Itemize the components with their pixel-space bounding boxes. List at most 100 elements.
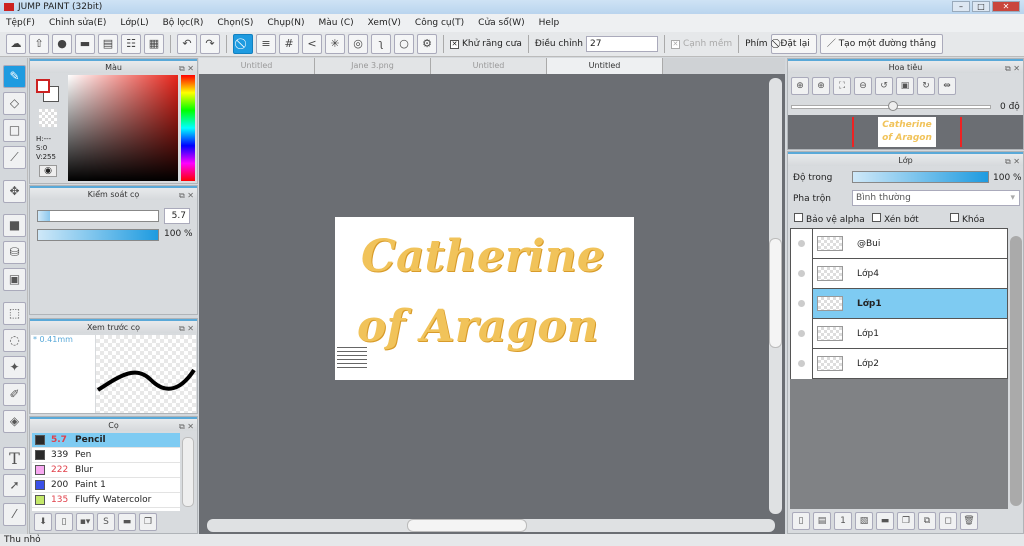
- fit-icon[interactable]: ⛶: [833, 77, 851, 95]
- canvas-area[interactable]: Untitled Jane 3.png Untitled Untitled Ca…: [199, 58, 785, 534]
- document-icon[interactable]: ▤: [98, 34, 118, 54]
- flip-icon[interactable]: ⇹: [938, 77, 956, 95]
- main-color-swatch[interactable]: [36, 79, 50, 93]
- menu-window[interactable]: Cửa sổ(W): [478, 18, 524, 28]
- symmetry-ruler-icon[interactable]: ⚙: [417, 34, 437, 54]
- undo-icon[interactable]: ↶: [177, 34, 197, 54]
- settings-list-icon[interactable]: ☷: [121, 34, 141, 54]
- layer-list-scrollbar[interactable]: [1010, 236, 1022, 506]
- select-pen-tool-icon[interactable]: ✐: [3, 383, 26, 406]
- rotation-slider[interactable]: [791, 101, 991, 111]
- minimize-button[interactable]: –: [952, 1, 970, 12]
- bucket-tool-icon[interactable]: ⛁: [3, 241, 26, 264]
- new-folder-icon[interactable]: ▬: [876, 512, 894, 530]
- brush-item[interactable]: 222 Blur: [32, 463, 180, 478]
- layer-visibility-toggle[interactable]: [791, 288, 813, 319]
- menu-help[interactable]: Help: [539, 18, 560, 28]
- layer-row[interactable]: Lớp2: [791, 348, 1007, 379]
- curve-ruler-icon[interactable]: ʅ: [371, 34, 391, 54]
- brush-type-icon[interactable]: ▪▾: [76, 513, 94, 531]
- grid-ruler-icon[interactable]: #: [279, 34, 299, 54]
- brush-settings-icon[interactable]: S: [97, 513, 115, 531]
- new-halftone-layer-icon[interactable]: ▧: [855, 512, 873, 530]
- layer-opacity-slider[interactable]: [852, 171, 989, 183]
- layer-visibility-toggle[interactable]: [791, 318, 813, 349]
- menu-layer[interactable]: Lớp(L): [120, 18, 148, 28]
- brush-list-scrollbar[interactable]: [182, 437, 194, 507]
- duplicate-icon[interactable]: ❐: [139, 513, 157, 531]
- gradient-tool-icon[interactable]: ▣: [3, 268, 26, 291]
- eraser-tool-icon[interactable]: ◇: [3, 92, 26, 115]
- menu-select[interactable]: Chọn(S): [217, 18, 253, 28]
- parallel-ruler-icon[interactable]: ≡: [256, 34, 276, 54]
- share-icon[interactable]: ⇧: [29, 34, 49, 54]
- clipping-checkbox[interactable]: Xén bớt: [872, 213, 919, 225]
- horizontal-scrollbar[interactable]: [207, 519, 775, 532]
- rotate-left-icon[interactable]: ↺: [875, 77, 893, 95]
- tab-untitled-active[interactable]: Untitled: [547, 58, 663, 74]
- lock-checkbox[interactable]: Khóa: [950, 213, 985, 225]
- navigator-preview[interactable]: Catherine of Aragon: [788, 115, 1023, 149]
- message-icon[interactable]: ▬: [75, 34, 95, 54]
- tab-jane-3[interactable]: Jane 3.png: [315, 58, 431, 74]
- merge-down-icon[interactable]: ⧉: [918, 512, 936, 530]
- brush-item[interactable]: 5.7 Pencil: [32, 433, 180, 448]
- maximize-button[interactable]: □: [972, 1, 990, 12]
- brush-size-slider[interactable]: [37, 210, 159, 222]
- operation-tool-icon[interactable]: ➚: [3, 474, 26, 497]
- cloud-icon[interactable]: ☁: [6, 34, 26, 54]
- panel-close-icon[interactable]: ⧉ ✕: [179, 62, 194, 75]
- clear-layer-icon[interactable]: ◻: [939, 512, 957, 530]
- layer-row[interactable]: Lớp1: [791, 318, 1007, 349]
- layer-row[interactable]: @Bui: [791, 228, 1007, 259]
- fill-rect-tool-icon[interactable]: ■: [3, 214, 26, 237]
- blend-mode-select[interactable]: Bình thường ▾: [852, 190, 1020, 206]
- lasso-tool-icon[interactable]: ◌: [3, 329, 26, 352]
- vertical-scrollbar[interactable]: [769, 78, 782, 514]
- soft-edge-checkbox[interactable]: ✕ Cạnh mềm: [670, 39, 732, 49]
- menu-view[interactable]: Xem(V): [368, 18, 401, 28]
- menu-capture[interactable]: Chụp(N): [267, 18, 304, 28]
- rect-select-tool-icon[interactable]: ⬚: [3, 302, 26, 325]
- duplicate-layer-icon[interactable]: ❐: [897, 512, 915, 530]
- palette-icon[interactable]: ◉: [39, 165, 57, 177]
- menu-filter[interactable]: Bộ lọc(R): [163, 18, 204, 28]
- zoom-out-icon[interactable]: ⊖: [854, 77, 872, 95]
- layer-row[interactable]: Lớp1: [791, 288, 1007, 319]
- download-brush-icon[interactable]: ⬇: [34, 513, 52, 531]
- straight-line-button[interactable]: ／ Tạo một đường thẳng: [819, 34, 944, 54]
- new-layer-type-icon[interactable]: ▤: [813, 512, 831, 530]
- no-ruler-icon[interactable]: ⃠: [233, 34, 253, 54]
- ellipse-ruler-icon[interactable]: ○: [394, 34, 414, 54]
- brush-item[interactable]: 339 Pen: [32, 448, 180, 463]
- brush-size-value[interactable]: 5.7: [164, 208, 190, 224]
- tab-untitled-2[interactable]: Untitled: [431, 58, 547, 74]
- concentric-ruler-icon[interactable]: ◎: [348, 34, 368, 54]
- antialias-checkbox[interactable]: ✕ Khử răng cưa: [450, 39, 522, 49]
- close-button[interactable]: ✕: [992, 1, 1020, 12]
- eyedropper-tool-icon[interactable]: ⁄: [3, 503, 26, 526]
- new-brush-icon[interactable]: ▯: [55, 513, 73, 531]
- rectangle-tool-icon[interactable]: □: [3, 119, 26, 142]
- saturation-value-picker[interactable]: [68, 75, 178, 181]
- line-tool-icon[interactable]: ⟋: [3, 146, 26, 169]
- panel-close-icon[interactable]: ⧉ ✕: [1005, 155, 1020, 168]
- layout-edit-icon[interactable]: ▦: [144, 34, 164, 54]
- layer-visibility-toggle[interactable]: [791, 258, 813, 289]
- zoom-in-icon[interactable]: ⊕: [791, 77, 809, 95]
- brush-item[interactable]: 135 Fluffy Watercolor: [32, 493, 180, 508]
- folder-icon[interactable]: ▬: [118, 513, 136, 531]
- transparent-color-swatch[interactable]: [39, 109, 57, 127]
- brush-item[interactable]: 200 Paint 1: [32, 478, 180, 493]
- reset-button[interactable]: ⃠ Đặt lại: [770, 34, 817, 54]
- document-canvas[interactable]: Catherine of Aragon: [335, 217, 634, 380]
- new-layer-icon[interactable]: ▯: [792, 512, 810, 530]
- menu-tools[interactable]: Công cụ(T): [415, 18, 464, 28]
- menu-edit[interactable]: Chỉnh sửa(E): [49, 18, 106, 28]
- menu-file[interactable]: Tệp(F): [6, 18, 35, 28]
- magic-wand-tool-icon[interactable]: ✦: [3, 356, 26, 379]
- rotate-right-icon[interactable]: ↻: [917, 77, 935, 95]
- perspective-ruler-icon[interactable]: <: [302, 34, 322, 54]
- panel-close-icon[interactable]: ⧉ ✕: [1005, 62, 1020, 75]
- reset-view-icon[interactable]: ▣: [896, 77, 914, 95]
